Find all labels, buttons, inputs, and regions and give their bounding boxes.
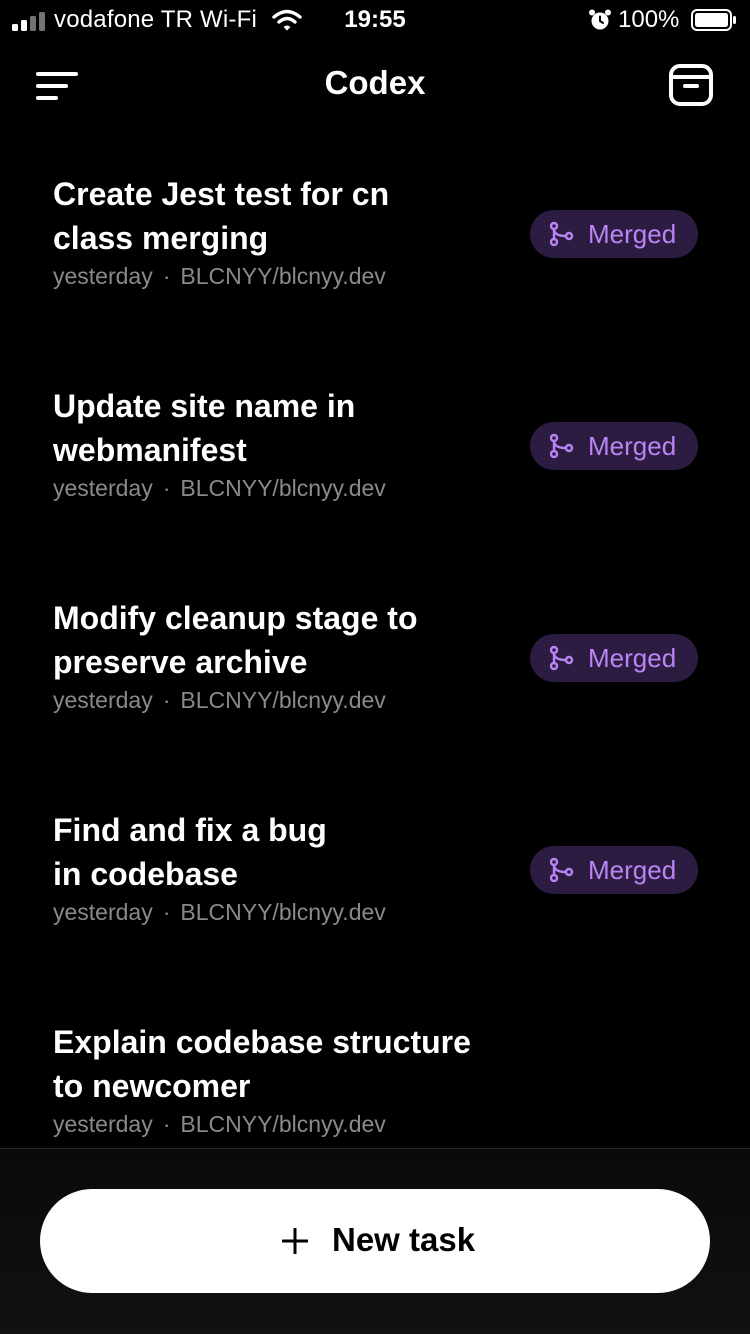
task-item[interactable]: Find and fix a bug in codebase yesterday… — [0, 786, 750, 998]
git-merge-icon — [549, 645, 574, 671]
meta-separator: · — [162, 1111, 171, 1137]
meta-separator: · — [162, 687, 171, 713]
meta-separator: · — [162, 263, 171, 289]
task-repo: BLCNYY/blcnyy.dev — [180, 475, 386, 501]
task-time: yesterday — [53, 475, 153, 501]
plus-icon — [282, 1228, 308, 1254]
task-title: Find and fix a bug in codebase — [53, 812, 327, 892]
merged-status-badge: Merged — [530, 846, 698, 894]
task-meta: yesterday · BLCNYY/blcnyy.dev — [53, 899, 386, 926]
task-meta: yesterday · BLCNYY/blcnyy.dev — [53, 263, 386, 290]
task-meta: yesterday · BLCNYY/blcnyy.dev — [53, 475, 386, 502]
task-time: yesterday — [53, 687, 153, 713]
meta-separator: · — [162, 899, 171, 925]
new-task-label: New task — [332, 1221, 476, 1258]
merged-label: Merged — [588, 219, 677, 249]
task-item[interactable]: Create Jest test for cn class merging ye… — [0, 150, 750, 362]
alarm-icon — [589, 9, 611, 30]
nav-header: Codex — [0, 52, 750, 116]
task-repo: BLCNYY/blcnyy.dev — [180, 263, 386, 289]
merged-status-badge: Merged — [530, 210, 698, 258]
task-list: Create Jest test for cn class merging ye… — [0, 150, 750, 1210]
merged-label: Merged — [588, 855, 677, 885]
git-merge-icon — [549, 221, 574, 247]
merged-label: Merged — [588, 643, 677, 673]
git-merge-icon — [549, 857, 574, 883]
meta-separator: · — [162, 475, 171, 501]
task-title: Create Jest test for cn class merging — [53, 176, 390, 256]
merged-status-badge: Merged — [530, 422, 698, 470]
page-title: Codex — [324, 64, 426, 101]
merged-status-badge: Merged — [530, 634, 698, 682]
task-meta: yesterday · BLCNYY/blcnyy.dev — [53, 1111, 386, 1138]
task-time: yesterday — [53, 263, 153, 289]
task-time: yesterday — [53, 1111, 153, 1137]
task-meta: yesterday · BLCNYY/blcnyy.dev — [53, 687, 386, 714]
archive-icon[interactable] — [668, 62, 714, 108]
git-merge-icon — [549, 433, 574, 459]
task-item[interactable]: Modify cleanup stage to preserve archive… — [0, 574, 750, 786]
task-repo: BLCNYY/blcnyy.dev — [180, 899, 386, 925]
task-title: Update site name in webmanifest — [53, 388, 356, 468]
task-repo: BLCNYY/blcnyy.dev — [180, 1111, 386, 1137]
task-time: yesterday — [53, 899, 153, 925]
new-task-button[interactable]: New task — [40, 1189, 710, 1293]
task-item[interactable]: Update site name in webmanifest yesterda… — [0, 362, 750, 574]
merged-label: Merged — [588, 431, 677, 461]
task-title: Explain codebase structure to newcomer — [53, 1024, 471, 1104]
task-title: Modify cleanup stage to preserve archive — [53, 600, 418, 680]
battery-icon — [691, 9, 736, 31]
status-bar: vodafone TR Wi-Fi 19:55 100% — [0, 0, 750, 40]
task-repo: BLCNYY/blcnyy.dev — [180, 687, 386, 713]
battery-percentage: 100% — [618, 6, 680, 33]
